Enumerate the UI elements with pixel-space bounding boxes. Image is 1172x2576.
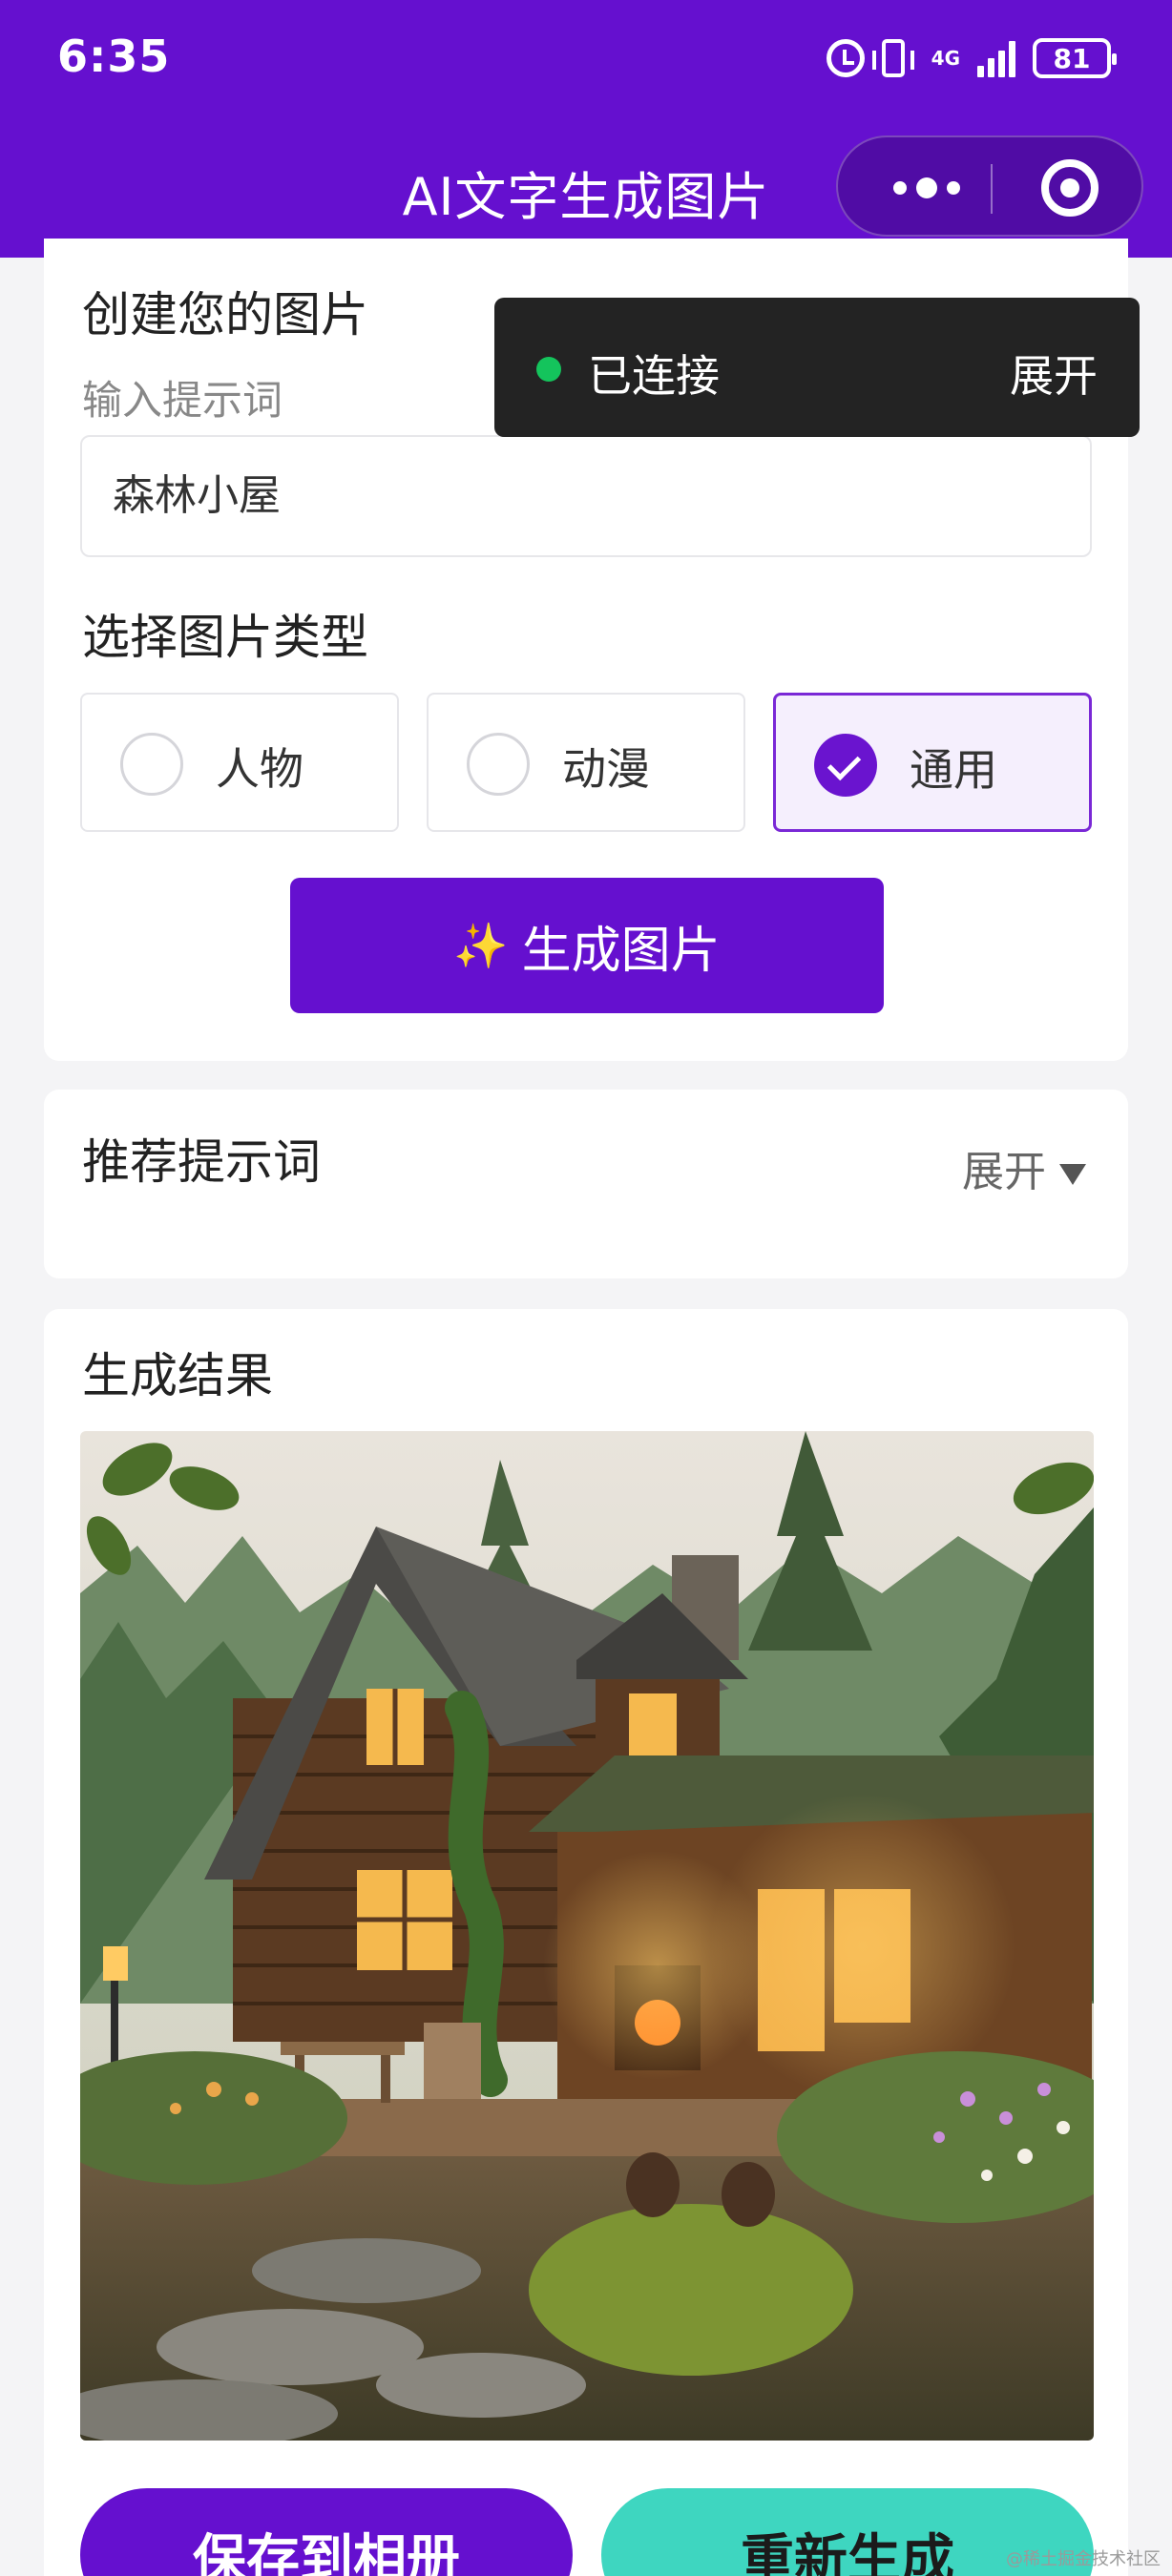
recommend-expand-button[interactable]: 展开 xyxy=(962,1137,1086,1198)
type-option-anime[interactable]: 动漫 xyxy=(427,693,745,832)
toast-expand-button[interactable]: 展开 xyxy=(1010,342,1098,405)
prompt-input[interactable]: 森林小屋 xyxy=(80,435,1092,557)
recommend-title: 推荐提示词 xyxy=(82,1134,321,1190)
mini-program-capsule xyxy=(836,135,1143,237)
signal-icon xyxy=(977,39,1015,77)
type-label: 通用 xyxy=(910,744,997,796)
watermark: @稀土掘金技术社区 xyxy=(1006,2549,1161,2569)
radio-icon xyxy=(467,733,530,796)
network-type: 4G xyxy=(931,47,960,70)
type-label: 人物 xyxy=(216,743,303,795)
checkmark-icon xyxy=(814,734,877,797)
capsule-divider xyxy=(991,164,993,214)
forest-cabin-illustration xyxy=(80,1431,1094,2441)
result-title: 生成结果 xyxy=(82,1348,273,1403)
battery-icon: 81 xyxy=(1033,38,1117,78)
connected-dot-icon xyxy=(536,357,561,382)
type-label: 动漫 xyxy=(562,743,650,795)
alarm-icon xyxy=(826,39,865,77)
target-icon[interactable] xyxy=(1041,159,1099,217)
generate-button[interactable]: ✨ 生成图片 xyxy=(290,878,884,1013)
connection-toast: 已连接 展开 xyxy=(494,298,1140,437)
more-dots-icon[interactable] xyxy=(884,176,970,200)
result-card: 生成结果 xyxy=(44,1309,1128,2576)
status-bar: 6:35 4G 81 xyxy=(0,0,1172,124)
create-title: 创建您的图片 xyxy=(82,287,368,343)
triangle-down-icon xyxy=(1059,1164,1086,1185)
save-to-album-button[interactable]: 保存到相册 xyxy=(80,2488,573,2576)
nav-bar: AI文字生成图片 xyxy=(0,124,1172,258)
connection-status: 已连接 xyxy=(588,350,720,402)
type-title: 选择图片类型 xyxy=(82,610,368,665)
expand-label: 展开 xyxy=(962,1148,1046,1196)
result-image xyxy=(80,1431,1094,2441)
status-time: 6:35 xyxy=(57,31,171,82)
radio-icon xyxy=(120,733,183,796)
prompt-hint: 输入提示词 xyxy=(82,377,283,424)
type-option-general[interactable]: 通用 xyxy=(773,693,1092,832)
recommend-card: 推荐提示词 展开 xyxy=(44,1090,1128,1278)
vibrate-icon xyxy=(871,39,914,77)
type-option-person[interactable]: 人物 xyxy=(80,693,399,832)
battery-level: 81 xyxy=(1053,42,1091,74)
generate-label: 生成图片 xyxy=(521,922,721,980)
status-icons: 4G 81 xyxy=(826,34,1117,82)
sparkle-icon: ✨ xyxy=(453,919,509,971)
